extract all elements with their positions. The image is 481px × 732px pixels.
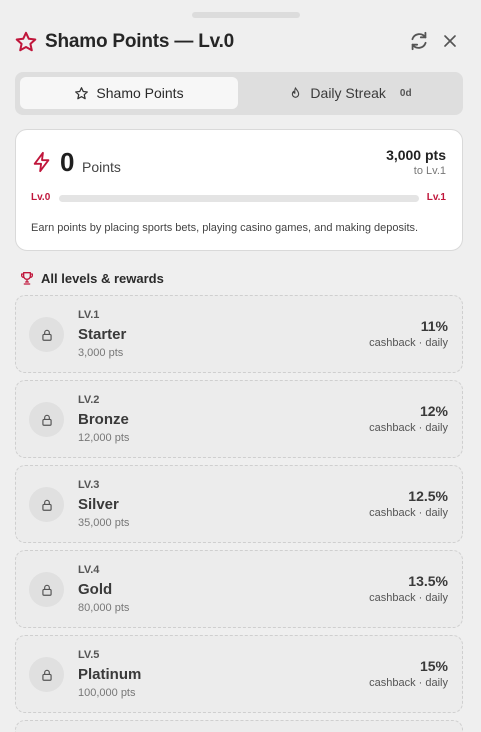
lock-icon [41,414,52,426]
page-title: Shamo Points — Lv.0 [45,31,235,52]
lock-badge [29,317,64,352]
level-name: Platinum [78,666,142,683]
points-unit: Points [82,159,121,175]
tab-label: Shamo Points [96,85,184,101]
next-level-target: 3,000 pts [386,147,446,163]
refresh-icon[interactable] [408,30,430,52]
next-level-label: to Lv.1 [413,165,446,177]
level-name: Gold [78,581,113,598]
level-cashback-label: cashback · daily [369,592,448,604]
points-description: Earn points by placing sports bets, play… [31,222,419,234]
level-cashback-percent: 11% [420,318,448,334]
level-name: Bronze [78,411,129,428]
level-cashback-percent: 12.5% [408,488,448,504]
tab-bar: Shamo Points Daily Streak 0d [15,72,463,115]
level-code: LV.3 [78,479,100,491]
level-cashback-percent: 12% [419,403,448,419]
progress-end-level: Lv.1 [426,192,446,203]
progress-bar [59,195,419,202]
level-cashback-percent: 13.5% [408,573,448,589]
star-icon [15,31,37,52]
level-card[interactable] [15,720,463,732]
level-card[interactable]: LV.5 Platinum 100,000 pts 15% cashback · dai… [15,635,463,713]
level-cashback-label: cashback · daily [369,337,448,349]
lock-badge [29,572,64,607]
level-points-required: 12,000 pts [78,432,130,444]
flame-icon [292,86,300,98]
level-code: LV.4 [78,564,100,576]
lock-badge [29,657,64,692]
progress-start-level: Lv.0 [31,192,51,203]
level-cashback-label: cashback · daily [369,422,448,434]
level-name: Silver [78,496,119,513]
level-card[interactable]: LV.1 Starter 3,000 pts 11% cashback · daily [15,295,463,373]
lock-icon [41,329,52,341]
points-card: 0 Points 3,000 pts to Lv.1 Lv.0 Lv.1 Ear… [15,129,463,251]
lock-badge [29,402,64,437]
level-points-required: 100,000 pts [78,687,136,699]
level-cashback-label: cashback · daily [369,677,448,689]
lock-icon [41,584,52,596]
level-points-required: 35,000 pts [78,517,130,529]
level-points-required: 80,000 pts [78,602,130,614]
level-name: Starter [78,326,127,343]
level-cashback-percent: 15% [419,658,448,674]
level-card[interactable]: LV.3 Silver 35,000 pts 12.5% cashback · dail… [15,465,463,543]
level-code: LV.2 [78,394,100,406]
level-code: LV.5 [78,649,100,661]
streak-badge: 0d [399,87,412,99]
trophy-icon [21,272,33,285]
level-points-required: 3,000 pts [78,347,124,359]
tab-shamo-points[interactable]: Shamo Points [20,77,238,109]
levels-list: LV.1 Starter 3,000 pts 11% cashback · daily L… [15,295,463,732]
level-code: LV.1 [78,309,100,321]
level-card[interactable]: LV.4 Gold 80,000 pts 13.5% cashback · daily [15,550,463,628]
star-icon [75,86,89,99]
lock-icon [41,669,52,681]
lock-badge [29,487,64,522]
tab-label: Daily Streak [310,85,386,101]
drag-handle[interactable] [192,12,300,18]
lock-icon [41,499,52,511]
close-icon[interactable] [440,30,460,52]
points-value: 0 [60,147,75,177]
levels-section-title: All levels & rewards [19,269,164,287]
section-title-label: All levels & rewards [41,270,164,286]
level-card[interactable]: LV.2 Bronze 12,000 pts 12% cashback · daily [15,380,463,458]
header: Shamo Points — Lv.0 [0,26,481,58]
lightning-icon [33,151,50,173]
tab-daily-streak[interactable]: Daily Streak 0d [242,77,458,109]
level-cashback-label: cashback · daily [369,507,448,519]
